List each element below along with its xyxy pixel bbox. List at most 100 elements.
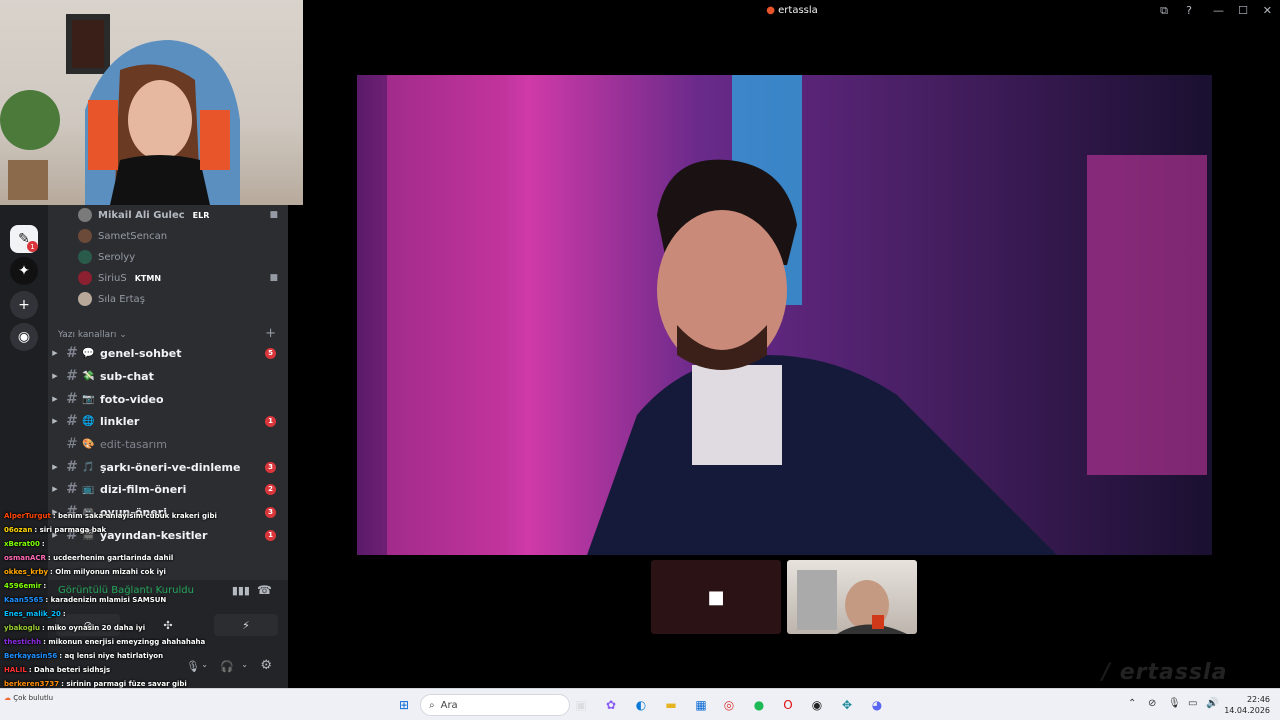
voice-user[interactable]: SametSencan (78, 226, 278, 246)
hash-icon: # (66, 459, 78, 475)
voice-user-name: SiriuS (98, 272, 127, 284)
voice-user-name: Sıla Ertaş (98, 293, 145, 305)
chat-text: : Daha beteri sidhsjs (28, 666, 111, 674)
taskbar-search[interactable]: ⌕ Ara (420, 694, 570, 716)
weather-widget[interactable]: ☁ Çok bulutlu (4, 693, 53, 703)
voice-user-name: SametSencan (98, 230, 168, 242)
channel-item[interactable]: ▶ # 💬 genel-sohbet 5 (48, 342, 288, 364)
mention-badge: 3 (265, 461, 276, 473)
chevron-up-icon[interactable]: ⌃ (1128, 698, 1136, 709)
voice-user-name: Mikail Ali Gulec (98, 209, 185, 221)
unread-arrow-icon: ▶ (52, 395, 58, 403)
chat-text: : (43, 582, 47, 590)
text-category-header[interactable]: Yazı kanalları ⌄ (58, 330, 127, 340)
hash-icon: # (66, 413, 78, 429)
participant-tile-video[interactable] (787, 560, 917, 634)
chat-user: osmanACR (4, 554, 46, 562)
window-titlebar: ● ertassla ⧉ ? — ☐ ✕ (304, 0, 1280, 22)
spotify-icon[interactable]: ● (748, 694, 770, 716)
channel-item[interactable]: ▶ # 🎵 şarkı-öneri-ve-dinleme 3 (48, 456, 288, 478)
channel-item[interactable]: ▶ # 🌐 linkler 1 (48, 410, 288, 432)
mention-badge: 1 (265, 415, 276, 427)
copilot-icon[interactable]: ✿ (600, 694, 622, 716)
participant-video-frame (797, 570, 907, 634)
participant-tile-camera-off[interactable]: ■ (651, 560, 781, 634)
discord-icon[interactable]: ◕ (866, 694, 888, 716)
voice-user-name: Serolyy (98, 251, 136, 263)
category-label: Yazı kanalları (58, 330, 117, 340)
chat-message: ybakoglu: miko oynasin 20 daha iyi (4, 624, 145, 632)
volume-icon[interactable]: 🔊 (1206, 698, 1218, 709)
channel-name: dizi-film-öneri (100, 482, 187, 496)
clock-time: 22:46 (1246, 695, 1270, 704)
server-icon[interactable]: ✦ (10, 257, 38, 285)
chat-message: 06ozan: siri parmaga bak (4, 526, 106, 534)
hash-icon: # (66, 368, 78, 384)
store-icon[interactable]: ▦ (690, 694, 712, 716)
edge-icon[interactable]: ◐ (630, 694, 652, 716)
channel-name: genel-sohbet (100, 346, 182, 360)
voice-user[interactable]: Serolyy (78, 247, 278, 267)
inbox-icon[interactable]: ⧉ (1160, 4, 1168, 18)
mic-tray-icon[interactable]: 🎙 (1168, 698, 1181, 709)
hash-icon: # (66, 345, 78, 361)
add-server-icon[interactable]: + (10, 291, 38, 319)
discover-icon[interactable]: ◉ (10, 323, 38, 351)
search-icon: ⌕ (429, 699, 435, 711)
role-tag: ELR (192, 210, 210, 220)
chat-text: : (41, 540, 45, 548)
chat-text: : karadenizin mlamisi SAMSUN (45, 596, 167, 604)
network-off-icon[interactable]: ⊘ (1148, 698, 1156, 709)
mention-badge: 5 (265, 347, 276, 359)
main-video-feed[interactable] (357, 75, 1212, 555)
channel-item[interactable]: ▶ # 📷 foto-video (48, 388, 288, 410)
close-icon[interactable]: ✕ (1263, 4, 1272, 17)
chat-message: xBerat00: (4, 540, 45, 548)
channel-emoji: 📷 (82, 393, 95, 405)
minimize-icon[interactable]: — (1213, 4, 1224, 17)
server-badge: 1 (27, 241, 38, 252)
add-channel-icon[interactable]: + (265, 326, 276, 341)
folder-icon[interactable]: ▬ (660, 694, 682, 716)
stream-chat-overlay: AlperTurgut: benim saka anlayisim cubuk … (0, 508, 300, 690)
system-clock[interactable]: 22:46 14.04.2026 (1224, 694, 1270, 716)
channel-name: foto-video (100, 392, 164, 406)
task-view-icon[interactable]: ▣ (570, 694, 592, 716)
channel-emoji: 🌐 (82, 415, 95, 427)
windows-taskbar: ☁ Çok bulutlu ⊞ ⌕ Ara ▣ ✿ ◐ ▬ ▦ ◎ ● O ◉ ✥… (0, 688, 1280, 720)
voice-user[interactable]: Sıla Ertaş (78, 289, 278, 309)
chat-message: Kaan5565: karadenizin mlamisi SAMSUN (4, 596, 166, 604)
weather-icon: ☁ (4, 694, 11, 702)
chat-user: Kaan5565 (4, 596, 44, 604)
help-icon[interactable]: ? (1186, 4, 1192, 17)
chat-user: berkeren3737 (4, 680, 60, 688)
channel-name: şarkı-öneri-ve-dinleme (100, 460, 241, 474)
chat-message: Berkayasin56: aq lensi niye hatirlatiyon (4, 652, 163, 660)
channel-emoji: 📺 (82, 483, 95, 495)
chat-text: : siri parmaga bak (34, 526, 107, 534)
chrome-icon[interactable]: ◎ (718, 694, 740, 716)
mention-badge: 2 (265, 483, 276, 495)
webcam-image (0, 14, 240, 205)
channel-name: edit-tasarım (100, 437, 167, 451)
channel-item[interactable]: ▶ # 💸 sub-chat (48, 365, 288, 387)
steam-icon[interactable]: ◉ (806, 694, 828, 716)
chat-user: Berkayasin56 (4, 652, 58, 660)
maximize-icon[interactable]: ☐ (1238, 4, 1248, 17)
voice-user[interactable]: SiriuS KTMN ■ (78, 268, 278, 288)
windows-icon[interactable]: ⊞ (393, 694, 415, 716)
voice-user[interactable]: Mikail Ali Gulec ELR ■ (78, 205, 278, 225)
chat-text: : (62, 610, 66, 618)
opera-icon[interactable]: O (777, 694, 799, 716)
chat-text: : mikonun enerjisi emeyzingg ahahahaha (43, 638, 206, 646)
channel-item[interactable]: # 🎨 edit-tasarım (48, 433, 288, 455)
chat-user: ybakoglu (4, 624, 40, 632)
chat-user: Enes_malik_20 (4, 610, 61, 618)
display-icon[interactable]: ▭ (1188, 698, 1197, 709)
channel-emoji: 🎨 (82, 438, 95, 450)
chat-message: AlperTurgut: benim saka anlayisim cubuk … (4, 512, 217, 520)
channel-item[interactable]: ▶ # 📺 dizi-film-öneri 2 (48, 478, 288, 500)
chat-user: AlperTurgut (4, 512, 51, 520)
vpn-icon[interactable]: ✥ (836, 694, 858, 716)
role-tag: KTMN (134, 273, 162, 283)
